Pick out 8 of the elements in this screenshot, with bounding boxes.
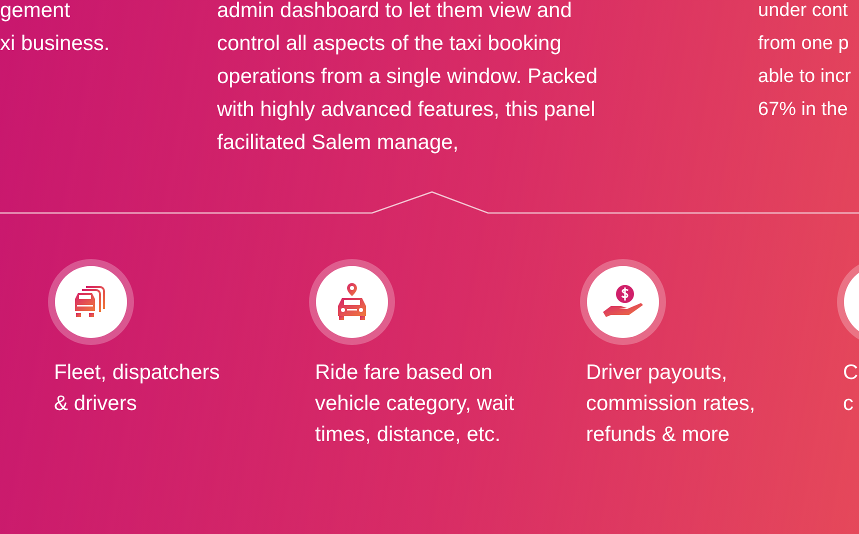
feature-text: Ride fare based on vehicle category, wait times, distance, etc. xyxy=(315,360,516,448)
feature-text: Driver payouts, commission rates, refunds & more xyxy=(586,360,756,448)
intro-paragraph: under cont from one p able to incr 67% in the xyxy=(758,0,852,122)
feature-text: C c xyxy=(843,360,859,417)
intro-paragraph: gement xi business. xyxy=(0,0,111,57)
feature-text: Fleet, dispatchers & drivers xyxy=(54,360,221,417)
hand-with-coin-icon xyxy=(601,284,645,320)
intro-paragraph: admin dashboard to let them view and control all aspects of the taxi booking operations from a single window. Packed with highly advanced features, this panel facilitated Salem manage, xyxy=(217,0,599,156)
